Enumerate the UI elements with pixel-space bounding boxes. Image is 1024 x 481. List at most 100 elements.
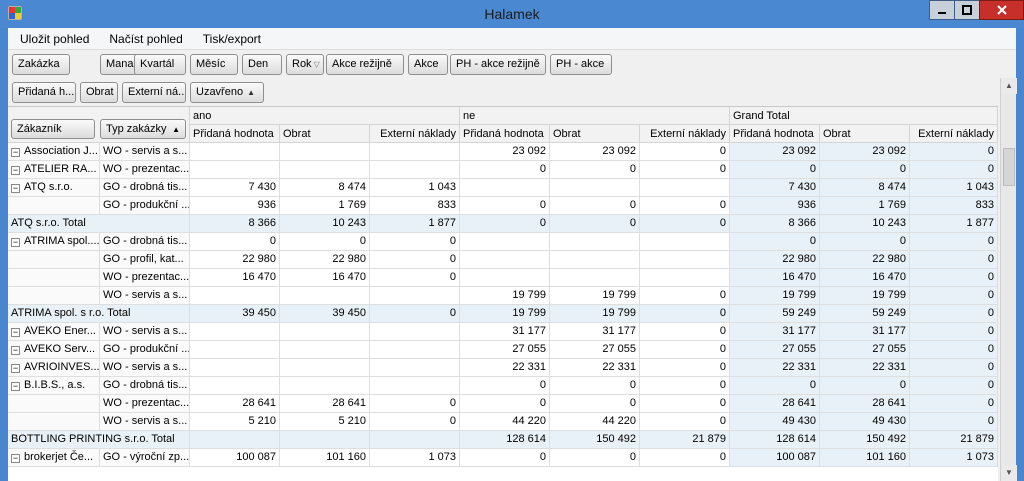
collapse-icon[interactable]: − — [11, 364, 20, 373]
scroll-down-icon[interactable]: ▼ — [1001, 465, 1017, 481]
value-cell[interactable] — [190, 161, 280, 179]
customer-cell[interactable] — [8, 413, 100, 431]
value-cell[interactable]: 0 — [370, 233, 460, 251]
value-cell[interactable] — [460, 179, 550, 197]
collapse-icon[interactable]: − — [11, 238, 20, 247]
value-cell[interactable]: 22 980 — [820, 251, 910, 269]
value-cell[interactable]: 1 073 — [370, 449, 460, 467]
value-cell[interactable]: 1 073 — [910, 449, 998, 467]
value-cell[interactable]: 22 331 — [460, 359, 550, 377]
value-cell[interactable] — [370, 431, 460, 449]
value-cell[interactable]: 0 — [370, 413, 460, 431]
value-cell[interactable]: 0 — [640, 323, 730, 341]
value-cell[interactable]: 0 — [910, 269, 998, 287]
value-cell[interactable]: 0 — [820, 377, 910, 395]
value-cell[interactable]: 0 — [910, 377, 998, 395]
customer-cell[interactable] — [8, 287, 100, 305]
col-field-uzavreno[interactable]: Uzavřeno ▲ — [190, 82, 264, 103]
value-cell[interactable]: 0 — [640, 161, 730, 179]
value-cell[interactable] — [370, 323, 460, 341]
value-cell[interactable]: 0 — [550, 215, 640, 233]
customer-cell[interactable] — [8, 197, 100, 215]
value-cell[interactable]: 28 641 — [820, 395, 910, 413]
value-cell[interactable]: 21 879 — [640, 431, 730, 449]
value-cell[interactable]: 0 — [910, 305, 998, 323]
measure-header[interactable]: Přidaná hodnota — [730, 125, 820, 143]
value-cell[interactable]: 8 366 — [730, 215, 820, 233]
value-cell[interactable]: 22 331 — [820, 359, 910, 377]
value-cell[interactable]: 128 614 — [730, 431, 820, 449]
value-cell[interactable]: 0 — [820, 233, 910, 251]
value-cell[interactable] — [370, 359, 460, 377]
filter-field-5[interactable]: Rok ▽ — [286, 54, 324, 75]
value-cell[interactable]: 8 474 — [280, 179, 370, 197]
value-cell[interactable] — [280, 161, 370, 179]
filter-field-6[interactable]: Akce režijně — [326, 54, 404, 75]
customer-cell[interactable] — [8, 395, 100, 413]
value-cell[interactable] — [460, 269, 550, 287]
value-cell[interactable]: 0 — [910, 287, 998, 305]
value-cell[interactable]: 0 — [550, 449, 640, 467]
type-cell[interactable]: GO - drobná tis... — [100, 179, 190, 197]
value-cell[interactable]: 128 614 — [460, 431, 550, 449]
value-cell[interactable]: 31 177 — [460, 323, 550, 341]
value-cell[interactable]: 0 — [460, 197, 550, 215]
value-cell[interactable]: 1 769 — [820, 197, 910, 215]
scroll-up-icon[interactable]: ▲ — [1001, 78, 1017, 94]
menu-print-export[interactable]: Tisk/export — [195, 29, 269, 49]
customer-cell[interactable]: − AVEKO Serv... — [8, 341, 100, 359]
maximize-button[interactable] — [954, 0, 980, 20]
group-header-grand-total[interactable]: Grand Total — [730, 107, 998, 125]
value-cell[interactable]: 16 470 — [820, 269, 910, 287]
type-cell[interactable]: GO - produkční ... — [100, 341, 190, 359]
collapse-icon[interactable]: − — [11, 346, 20, 355]
value-cell[interactable]: 0 — [730, 233, 820, 251]
type-cell[interactable]: WO - servis a s... — [100, 287, 190, 305]
value-cell[interactable] — [640, 269, 730, 287]
customer-cell[interactable]: − B.I.B.S., a.s. — [8, 377, 100, 395]
measure-header[interactable]: Externí náklady — [370, 125, 460, 143]
col-field-obrat[interactable]: Obrat — [80, 82, 118, 103]
value-cell[interactable]: 0 — [640, 449, 730, 467]
value-cell[interactable]: 8 366 — [190, 215, 280, 233]
measure-header[interactable]: Obrat — [280, 125, 370, 143]
value-cell[interactable]: 150 492 — [820, 431, 910, 449]
value-cell[interactable]: 100 087 — [730, 449, 820, 467]
value-cell[interactable]: 833 — [910, 197, 998, 215]
value-cell[interactable]: 22 980 — [730, 251, 820, 269]
value-cell[interactable]: 0 — [640, 359, 730, 377]
value-cell[interactable] — [640, 251, 730, 269]
customer-cell[interactable]: − Association J... — [8, 143, 100, 161]
value-cell[interactable]: 10 243 — [280, 215, 370, 233]
type-cell[interactable]: WO - prezentac... — [100, 395, 190, 413]
value-cell[interactable]: 0 — [730, 377, 820, 395]
value-cell[interactable]: 0 — [910, 323, 998, 341]
value-cell[interactable]: 936 — [190, 197, 280, 215]
value-cell[interactable]: 0 — [910, 233, 998, 251]
measure-header[interactable]: Obrat — [820, 125, 910, 143]
value-cell[interactable] — [460, 251, 550, 269]
value-cell[interactable]: 0 — [640, 197, 730, 215]
value-cell[interactable]: 19 799 — [460, 287, 550, 305]
value-cell[interactable] — [370, 341, 460, 359]
value-cell[interactable] — [280, 287, 370, 305]
value-cell[interactable] — [370, 377, 460, 395]
value-cell[interactable] — [370, 143, 460, 161]
value-cell[interactable]: 19 799 — [460, 305, 550, 323]
filter-field-3[interactable]: Měsíc — [190, 54, 238, 75]
type-cell[interactable]: GO - výroční zp... — [100, 449, 190, 467]
menu-load-view[interactable]: Načíst pohled — [101, 29, 190, 49]
value-cell[interactable]: 0 — [910, 359, 998, 377]
value-cell[interactable]: 27 055 — [730, 341, 820, 359]
value-cell[interactable]: 0 — [820, 161, 910, 179]
value-cell[interactable]: 936 — [730, 197, 820, 215]
row-field-typ-zakazky[interactable]: Typ zakázky ▲ — [100, 119, 186, 139]
value-cell[interactable]: 0 — [550, 395, 640, 413]
measure-header[interactable]: Obrat — [550, 125, 640, 143]
value-cell[interactable] — [550, 251, 640, 269]
measure-header[interactable]: Přidaná hodnota — [460, 125, 550, 143]
value-cell[interactable]: 28 641 — [190, 395, 280, 413]
col-field-externi-naklady[interactable]: Externí ná... — [122, 82, 186, 103]
value-cell[interactable] — [280, 377, 370, 395]
type-cell[interactable]: GO - drobná tis... — [100, 377, 190, 395]
